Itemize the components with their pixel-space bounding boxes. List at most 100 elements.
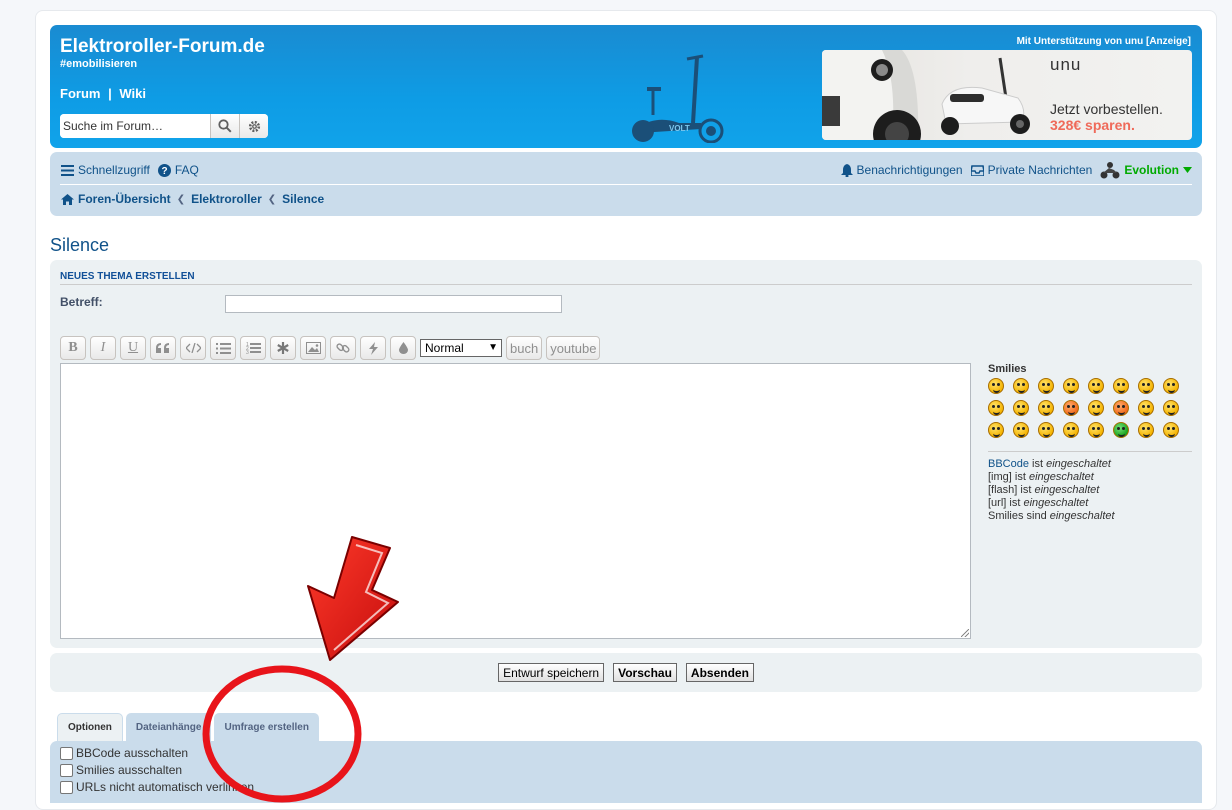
underline-label: U: [127, 340, 139, 355]
private-messages-label: Private Nachrichten: [987, 163, 1093, 177]
tab-attachments[interactable]: Dateianhänge: [125, 713, 212, 741]
image-icon: [305, 342, 321, 354]
smiley-icon[interactable]: [988, 400, 1004, 416]
breadcrumb-item-silence[interactable]: Silence: [282, 192, 324, 206]
advanced-search-button[interactable]: [239, 114, 268, 138]
url-status-line: [url] ist eingeschaltet: [988, 497, 1115, 510]
img-state: eingeschaltet: [1028, 471, 1094, 483]
caret-down-icon: [1183, 167, 1192, 173]
breadcrumb-item-elektroroller[interactable]: Elektroroller: [191, 192, 262, 206]
list-item-button[interactable]: [270, 336, 296, 360]
nav-divider: [60, 184, 1192, 185]
breadcrumb-item-index[interactable]: Foren-Übersicht: [78, 192, 171, 206]
asterisk-icon: [277, 342, 289, 354]
option-disable-magic-url[interactable]: URLs nicht automatisch verlinken: [60, 780, 254, 794]
smiley-icon[interactable]: [1088, 422, 1104, 438]
smiley-icon[interactable]: [1138, 400, 1154, 416]
bbcode-help-link[interactable]: BBCode: [988, 458, 1029, 470]
underline-button[interactable]: U: [120, 336, 146, 360]
chevron-left-icon: ❮: [267, 193, 277, 205]
checkbox[interactable]: [60, 746, 73, 760]
youtube-button[interactable]: youtube: [546, 336, 601, 360]
smiley-icon[interactable]: [1088, 378, 1104, 394]
private-messages-link[interactable]: Private Nachrichten: [970, 163, 1093, 177]
image-button[interactable]: [300, 336, 326, 360]
color-button[interactable]: [390, 336, 416, 360]
link-icon: [336, 343, 350, 353]
notifications-link[interactable]: Benachrichtigungen: [840, 163, 963, 177]
header-link-wiki[interactable]: Wiki: [119, 86, 146, 101]
buch-button[interactable]: buch: [506, 336, 543, 360]
smiley-icon[interactable]: [988, 422, 1004, 438]
checkbox[interactable]: [60, 780, 73, 794]
ordered-list-button[interactable]: 123: [240, 336, 266, 360]
tab-create-poll[interactable]: Umfrage erstellen: [214, 713, 319, 741]
username: Evolution: [1124, 163, 1179, 177]
smiley-icon[interactable]: [1113, 422, 1129, 438]
smiley-icon[interactable]: [1038, 422, 1054, 438]
quote-icon: [156, 343, 169, 353]
ad-text-savings: 328€ sparen.: [1050, 117, 1135, 133]
header-link-forum[interactable]: Forum: [60, 86, 100, 101]
bold-button[interactable]: B: [60, 336, 86, 360]
smiley-icon[interactable]: [1038, 400, 1054, 416]
flash-button[interactable]: [360, 336, 386, 360]
smiley-icon[interactable]: [1013, 422, 1029, 438]
user-menu[interactable]: Evolution: [1100, 161, 1192, 179]
option-disable-smilies[interactable]: Smilies ausschalten: [60, 763, 182, 777]
site-title[interactable]: Elektroroller-Forum.de: [60, 36, 265, 58]
chevron-left-icon: ❮: [176, 193, 186, 205]
smiley-icon[interactable]: [1063, 378, 1079, 394]
smiley-icon[interactable]: [1013, 378, 1029, 394]
ad-text-preorder: Jetzt vorbestellen.: [1050, 101, 1163, 117]
option-disable-bbcode[interactable]: BBCode ausschalten: [60, 746, 188, 760]
faq-link[interactable]: ? FAQ: [157, 163, 199, 177]
quote-button[interactable]: [150, 336, 176, 360]
font-size-select[interactable]: Normal ▼: [420, 339, 502, 357]
smiley-icon[interactable]: [1088, 400, 1104, 416]
advertisement-banner[interactable]: unu Jetzt vorbestellen. 328€ sparen.: [822, 50, 1192, 140]
link-button[interactable]: [330, 336, 356, 360]
ad-label[interactable]: Mit Unterstützung von unu [Anzeige]: [1017, 36, 1191, 47]
resize-handle[interactable]: [961, 629, 969, 637]
smiley-icon[interactable]: [1013, 400, 1029, 416]
message-textarea[interactable]: [60, 363, 971, 639]
smiley-icon[interactable]: [1063, 422, 1079, 438]
search-button[interactable]: [210, 114, 239, 138]
smilies-grid: [988, 378, 1188, 438]
smiley-icon[interactable]: [988, 378, 1004, 394]
flash-status-text: [flash] ist: [988, 484, 1032, 496]
smiley-icon[interactable]: [1113, 378, 1129, 394]
list-button[interactable]: [210, 336, 236, 360]
smiley-icon[interactable]: [1163, 378, 1179, 394]
smiley-icon[interactable]: [1163, 400, 1179, 416]
save-draft-button[interactable]: Entwurf speichern: [498, 663, 605, 682]
preview-button[interactable]: Vorschau: [613, 663, 677, 682]
smiley-icon[interactable]: [1138, 378, 1154, 394]
url-status-text: [url] ist: [988, 497, 1021, 509]
smiley-icon[interactable]: [1163, 422, 1179, 438]
smiley-icon[interactable]: [1138, 422, 1154, 438]
faq-label: FAQ: [174, 163, 199, 177]
chevron-down-icon: ▼: [488, 342, 498, 353]
submit-button[interactable]: Absenden: [685, 663, 754, 682]
smiley-icon[interactable]: [1038, 378, 1054, 394]
tab-options[interactable]: Optionen: [57, 713, 123, 741]
smiley-icon[interactable]: [1063, 400, 1079, 416]
smiley-icon[interactable]: [1113, 400, 1129, 416]
notifications-label: Benachrichtigungen: [856, 163, 963, 177]
search-input[interactable]: [60, 114, 210, 138]
italic-label: I: [100, 340, 106, 355]
page-title[interactable]: Silence: [50, 235, 109, 256]
search-box: [60, 114, 268, 138]
code-button[interactable]: [180, 336, 206, 360]
ad-brand: unu: [1050, 55, 1082, 74]
scooter-logo-icon: VOLT: [632, 54, 724, 143]
quicklinks-menu[interactable]: Schnellzugriff: [61, 163, 150, 177]
checkbox[interactable]: [60, 763, 73, 777]
bolt-icon: [368, 341, 378, 355]
italic-button[interactable]: I: [90, 336, 116, 360]
subject-input[interactable]: [225, 295, 562, 313]
option-label: URLs nicht automatisch verlinken: [76, 780, 255, 794]
hamburger-icon: [61, 164, 74, 176]
